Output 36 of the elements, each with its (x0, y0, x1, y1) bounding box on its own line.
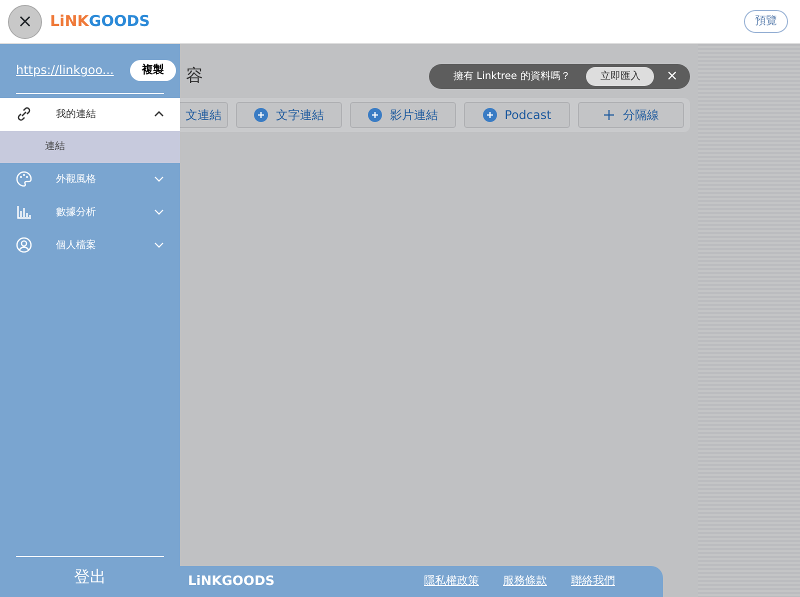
import-button[interactable]: 立即匯入 (586, 67, 654, 86)
menu-item[interactable]: 數據分析 (0, 196, 180, 228)
submenu-item[interactable]: 連結 (0, 130, 180, 162)
add-button[interactable]: 文字連結 (236, 102, 342, 128)
chevron-up-icon (154, 109, 164, 119)
footer-link[interactable]: 隱私權政策 (424, 573, 479, 590)
chevron-down-icon (154, 174, 164, 184)
footer-link[interactable]: 聯絡我們 (571, 573, 615, 590)
copy-button[interactable]: 複製 (130, 60, 176, 80)
url-link[interactable]: https://linkgoo... (16, 61, 114, 80)
footer-logo: LiNKGOODS (188, 572, 275, 591)
user-icon (16, 237, 32, 253)
plus-circle-icon (368, 108, 382, 122)
menu-item[interactable]: 個人檔案 (0, 228, 180, 262)
menu-item[interactable]: 我的連結 (0, 98, 180, 130)
page-title: 容 (185, 65, 203, 88)
logout-button[interactable]: 登出 (0, 557, 180, 597)
chevron-down-icon (154, 207, 164, 217)
add-button[interactable]: 影片連結 (350, 102, 456, 128)
close-button[interactable]: × (662, 66, 682, 88)
plus-circle-icon (254, 108, 268, 122)
add-button[interactable]: 分隔線 (578, 102, 684, 128)
bar-chart-icon (16, 204, 32, 220)
banner-text: 擁有 Linktree 的資料嗎？ (453, 70, 570, 84)
menu-item[interactable]: 外觀風格 (0, 162, 180, 196)
link-icon (16, 106, 32, 122)
palette-icon (16, 171, 32, 187)
plus-icon (603, 108, 615, 120)
add-button[interactable]: 文連結 (180, 102, 228, 128)
plus-circle-icon (482, 108, 497, 122)
preview-button[interactable]: 預覽 (744, 10, 788, 33)
chevron-down-icon (154, 240, 164, 250)
add-button[interactable]: Podcast (464, 102, 570, 128)
footer-link[interactable]: 服務條款 (503, 573, 547, 590)
close-button[interactable]: × (8, 4, 42, 38)
logo: LiNKGOODS (50, 11, 150, 32)
